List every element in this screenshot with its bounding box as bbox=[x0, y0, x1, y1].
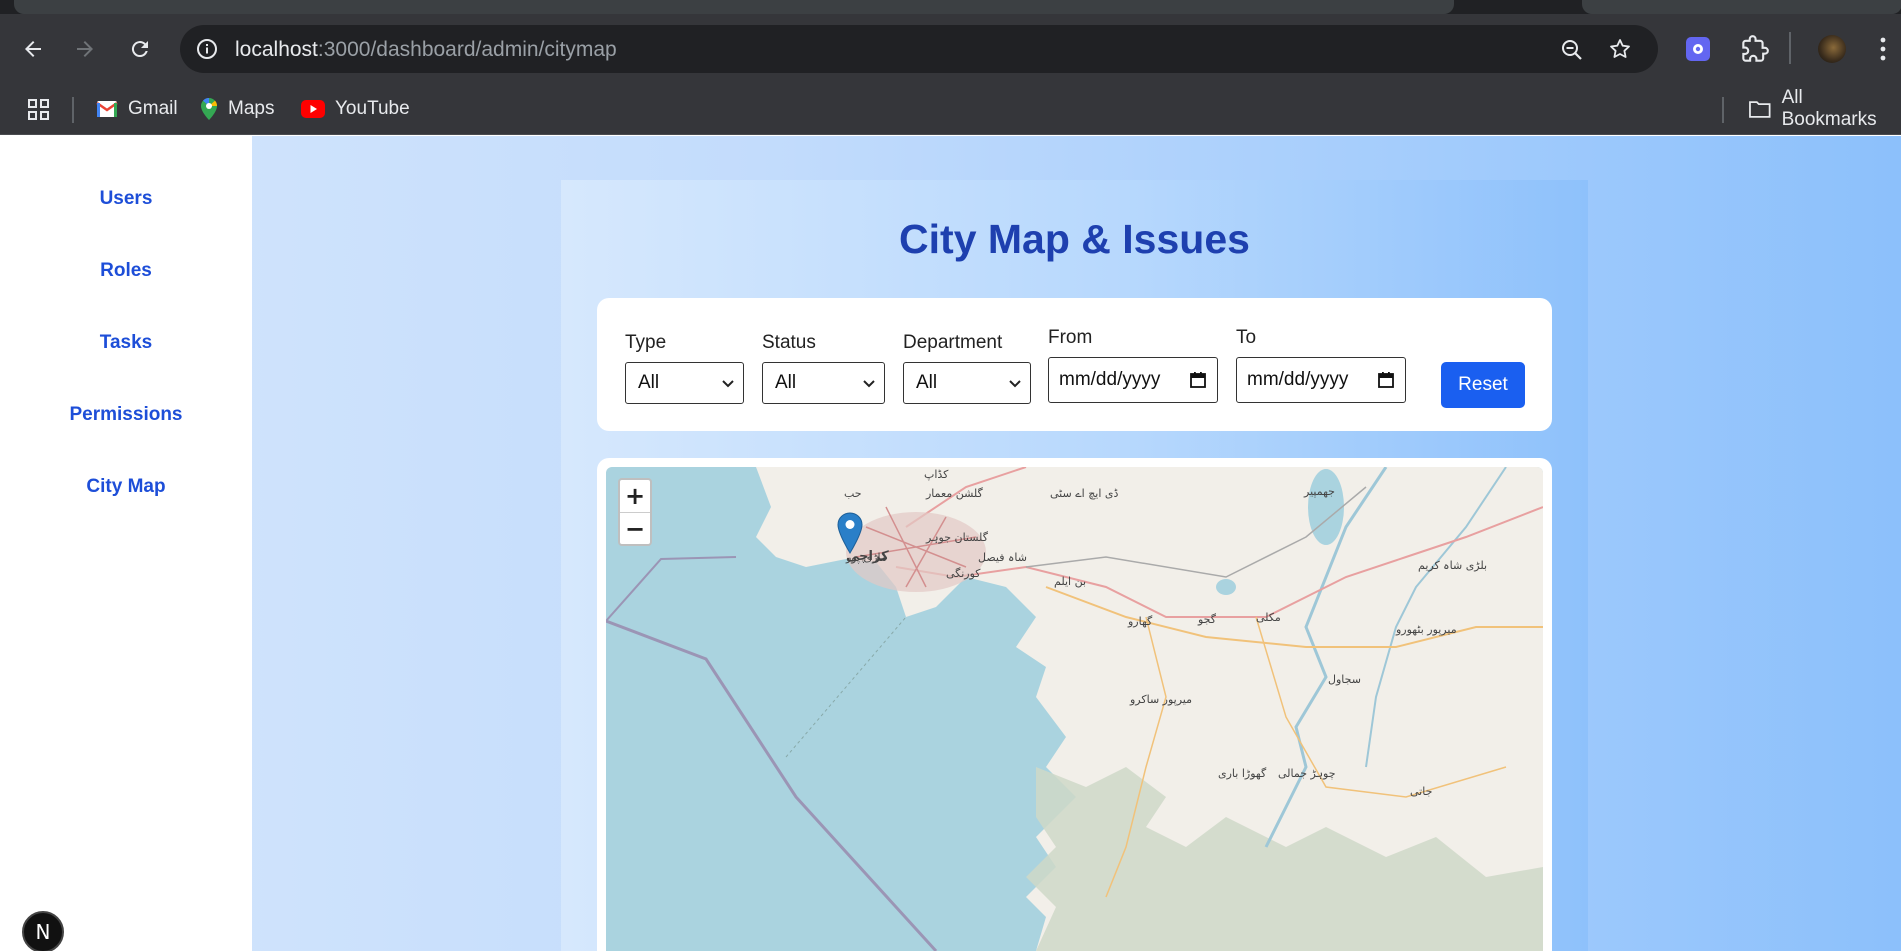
toolbar-divider bbox=[1789, 32, 1791, 64]
map-place-label: جھمپیر bbox=[1304, 485, 1335, 498]
bookmark-label: Maps bbox=[228, 98, 275, 119]
address-bar[interactable]: localhost:3000/dashboard/admin/citymap bbox=[180, 25, 1658, 73]
status-select[interactable]: All bbox=[762, 362, 885, 404]
url-text: localhost:3000/dashboard/admin/citymap bbox=[235, 38, 617, 61]
type-filter-label: Type bbox=[625, 332, 667, 353]
lake bbox=[1308, 469, 1344, 545]
from-filter-label: From bbox=[1048, 327, 1093, 348]
to-filter-label: To bbox=[1236, 327, 1257, 348]
shipping-lane bbox=[785, 616, 907, 758]
browser-tab[interactable] bbox=[1582, 0, 1901, 14]
status-filter-label: Status bbox=[762, 332, 816, 353]
sidebar-item-city-map[interactable]: City Map bbox=[0, 476, 252, 498]
map-place-label: کورنگی bbox=[946, 567, 981, 580]
extensions-puzzle-icon[interactable] bbox=[1741, 35, 1769, 63]
chevron-down-icon bbox=[722, 380, 734, 388]
map-place-label: میرپور بٹھورو bbox=[1396, 623, 1457, 636]
to-date-input[interactable]: mm/dd/yyyy bbox=[1236, 357, 1406, 403]
city-map-panel: City Map & Issues Type All Status All De… bbox=[561, 180, 1588, 951]
zoom-out-button[interactable]: − bbox=[620, 512, 650, 544]
page-title: City Map & Issues bbox=[899, 216, 1250, 262]
profile-avatar[interactable] bbox=[1818, 35, 1846, 63]
sidebar: Users Roles Tasks Permissions City Map N bbox=[0, 136, 252, 951]
youtube-icon bbox=[301, 100, 325, 118]
map-tiles bbox=[606, 467, 1543, 951]
map-place-label: مکلی bbox=[1256, 611, 1281, 624]
chevron-down-icon bbox=[863, 380, 875, 388]
bookmarks-divider bbox=[72, 97, 74, 123]
chevron-down-icon bbox=[1009, 380, 1021, 388]
bookmark-gmail[interactable]: Gmail bbox=[96, 95, 178, 123]
forward-button[interactable] bbox=[70, 34, 100, 64]
sidebar-item-roles[interactable]: Roles bbox=[0, 260, 252, 282]
more-menu-icon[interactable] bbox=[1876, 36, 1890, 62]
map-place-label: چوہڑ جمالی bbox=[1278, 767, 1336, 780]
calendar-icon[interactable] bbox=[1377, 371, 1395, 389]
site-info-icon bbox=[197, 39, 217, 59]
bookmarks-bar: Gmail Maps YouTube All Bookmarks bbox=[0, 83, 1901, 135]
map-place-label: گھارو bbox=[1128, 615, 1153, 628]
sidebar-item-users[interactable]: Users bbox=[0, 188, 252, 210]
map-place-label: گلشن معمار bbox=[926, 487, 983, 500]
back-button[interactable] bbox=[18, 34, 48, 64]
to-date-value: mm/dd/yyyy bbox=[1247, 369, 1349, 390]
page-content: Users Roles Tasks Permissions City Map N… bbox=[0, 136, 1901, 951]
maritime-boundary bbox=[606, 619, 938, 951]
map-place-label: ڈی ایچ اے سٹی bbox=[1050, 487, 1119, 500]
bookmarks-divider bbox=[1722, 97, 1724, 123]
extension-icon[interactable] bbox=[1686, 37, 1710, 61]
department-select[interactable]: All bbox=[903, 362, 1031, 404]
sidebar-item-permissions[interactable]: Permissions bbox=[0, 404, 252, 426]
map-place-label: گلستان جوہر bbox=[926, 531, 988, 544]
calendar-icon[interactable] bbox=[1189, 371, 1207, 389]
sidebar-item-tasks[interactable]: Tasks bbox=[0, 332, 252, 354]
reload-icon bbox=[131, 41, 148, 58]
filter-bar: Type All Status All Department All From … bbox=[597, 298, 1552, 431]
all-bookmarks-button[interactable]: All Bookmarks bbox=[1748, 87, 1901, 130]
arrow-right-icon bbox=[77, 41, 93, 57]
star-icon[interactable] bbox=[1608, 37, 1632, 61]
lake bbox=[1216, 579, 1236, 595]
map-zoom-control: + − bbox=[618, 478, 652, 546]
map-place-label: بن ایلم bbox=[1054, 575, 1087, 588]
bookmark-youtube[interactable]: YouTube bbox=[301, 95, 410, 123]
map-place-label: گجو bbox=[1198, 613, 1217, 626]
type-select-value: All bbox=[638, 372, 660, 393]
zoom-out-icon[interactable] bbox=[1560, 38, 1584, 62]
map-place-label: شاہ فیصل bbox=[978, 551, 1027, 564]
map-place-label: جاتی bbox=[1410, 785, 1433, 798]
reload-button[interactable] bbox=[125, 34, 155, 64]
map-place-label: سجاول bbox=[1328, 673, 1361, 686]
all-bookmarks-label: All Bookmarks bbox=[1781, 87, 1877, 130]
folder-icon bbox=[1749, 101, 1771, 118]
map-place-label: بلڑی شاہ کریم bbox=[1418, 559, 1488, 572]
bookmark-label: Gmail bbox=[128, 98, 178, 119]
nextjs-badge[interactable]: N bbox=[22, 911, 64, 951]
reset-button[interactable]: Reset bbox=[1441, 362, 1525, 408]
map-place-label: میرپور ساکرو bbox=[1130, 693, 1193, 706]
map-place-label: کڈاپ bbox=[924, 468, 949, 481]
browser-tab-strip bbox=[0, 0, 1901, 14]
map-place-label: حب bbox=[844, 487, 862, 500]
bookmark-maps[interactable]: Maps bbox=[200, 95, 274, 123]
maps-icon bbox=[201, 97, 218, 120]
department-select-value: All bbox=[916, 372, 938, 393]
city-map[interactable]: کڈاپ گلشن معمار کراچی ماڑی پور کورنگی گل… bbox=[606, 467, 1543, 951]
from-date-input[interactable]: mm/dd/yyyy bbox=[1048, 357, 1218, 403]
map-place-label: ماڑی پور bbox=[846, 551, 887, 564]
map-card: کڈاپ گلشن معمار کراچی ماڑی پور کورنگی گل… bbox=[597, 458, 1552, 951]
department-filter-label: Department bbox=[903, 332, 1003, 353]
gmail-icon bbox=[96, 101, 118, 117]
status-select-value: All bbox=[775, 372, 797, 393]
zoom-in-button[interactable]: + bbox=[620, 480, 650, 512]
map-place-label: گھوڑا باری bbox=[1218, 767, 1267, 780]
maritime-boundary bbox=[606, 556, 737, 622]
apps-grid-icon[interactable] bbox=[27, 98, 51, 122]
arrow-left-icon bbox=[25, 41, 41, 57]
bookmark-label: YouTube bbox=[335, 98, 410, 119]
browser-toolbar: localhost:3000/dashboard/admin/citymap bbox=[0, 14, 1901, 83]
active-tab[interactable] bbox=[14, 0, 1454, 14]
from-date-value: mm/dd/yyyy bbox=[1059, 369, 1161, 390]
type-select[interactable]: All bbox=[625, 362, 744, 404]
